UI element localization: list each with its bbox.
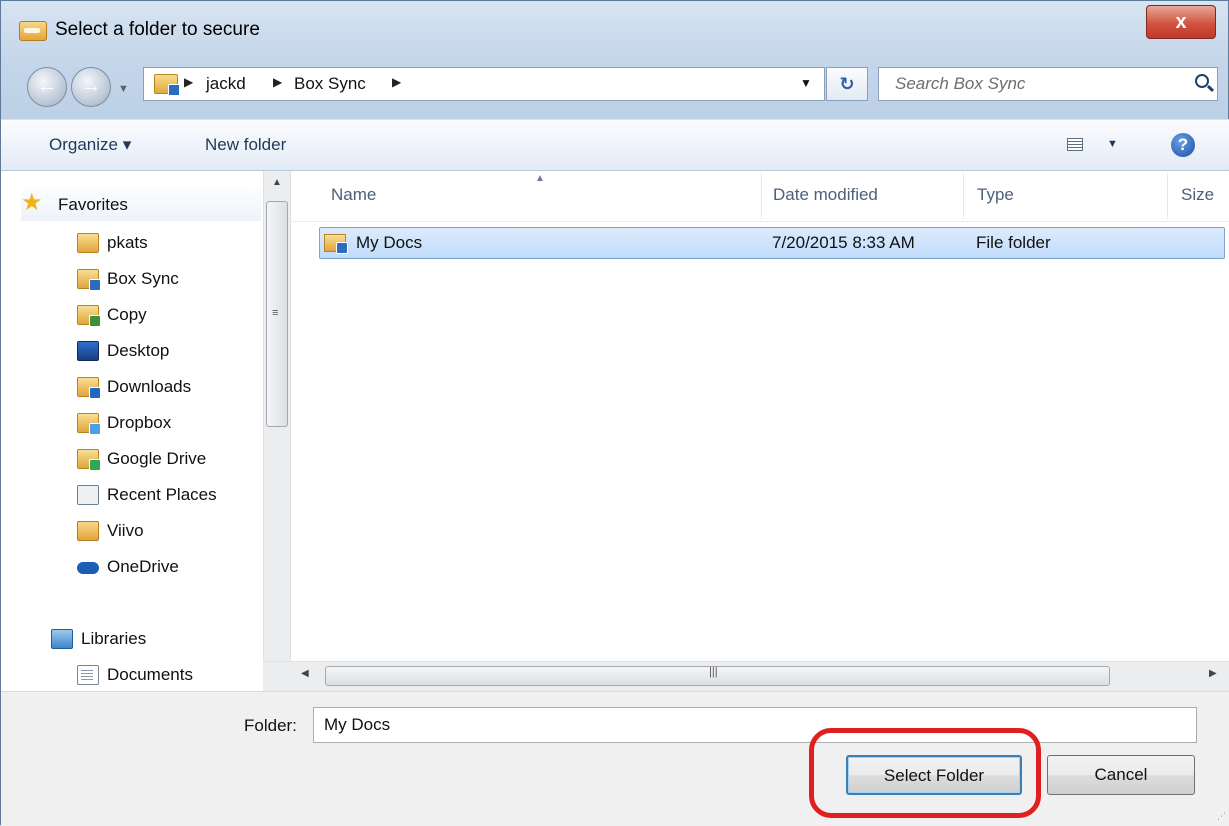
folder-label: Folder: [244,716,297,735]
documents-icon [77,665,99,685]
search-box[interactable]: Search Box Sync [878,67,1218,101]
column-divider[interactable] [761,173,762,219]
column-divider[interactable] [1167,173,1168,219]
title-bar[interactable]: Select a folder to secure x [1,1,1229,53]
file-type: File folder [976,233,1051,252]
scrollbar-grip-icon: ||| [709,666,718,678]
column-header-name[interactable]: Name [331,185,376,205]
breadcrumb-jackd[interactable]: jackd [206,74,246,94]
help-icon[interactable]: ? [1171,133,1195,157]
box-sync-folder-icon [154,74,180,96]
column-header-size[interactable]: Size [1181,185,1214,205]
close-button[interactable]: x [1146,5,1216,39]
file-name: My Docs [356,233,423,252]
main-content: ★ Favorites pkats Box Sync Copy Desktop [1,171,1229,691]
recent-places-icon [77,485,99,505]
sidebar-item-label: Documents [107,665,193,684]
onedrive-icon [77,557,99,577]
folder-name-input[interactable] [313,707,1197,743]
search-icon[interactable] [1195,74,1209,88]
sidebar-item-label: Copy [107,305,147,324]
breadcrumb-separator-icon[interactable]: ▶ [184,75,193,89]
sidebar-item-label: Viivo [107,521,144,540]
search-input[interactable]: Search Box Sync [895,74,1025,94]
window-title: Select a folder to secure [55,19,260,40]
breadcrumb-separator-icon[interactable]: ▶ [392,75,401,89]
star-icon: ★ [21,189,43,216]
dialog-footer: Folder: Select Folder Cancel ⋰ [1,691,1229,826]
libraries-label: Libraries [81,629,147,648]
sidebar-item-label: Google Drive [107,449,207,468]
sidebar-favorites[interactable]: ★ Favorites [21,189,262,221]
copy-folder-icon [77,305,101,327]
forward-arrow-icon: → [81,75,101,97]
table-row[interactable]: My Docs 7/20/2015 8:33 AM File folder [319,227,1225,259]
navigation-pane-scrollbar[interactable]: ▲ ≡ ▼ [263,171,291,691]
sidebar-item-label: Box Sync [107,269,179,288]
breadcrumb-separator-icon[interactable]: ▶ [273,75,282,89]
breadcrumb-box-sync[interactable]: Box Sync [294,74,366,94]
change-view-icon[interactable] [1067,138,1083,151]
resize-grip-icon[interactable]: ⋰ [1217,811,1226,822]
sidebar-item-label: Desktop [107,341,170,360]
box-sync-folder-icon [77,269,101,291]
sidebar-item-label: Dropbox [107,413,172,432]
folder-icon [324,234,348,254]
viivo-app-icon [19,21,47,41]
back-arrow-icon: ← [37,75,57,97]
dropbox-folder-icon [77,413,101,435]
column-headers: ▲ Name Date modified Type Size [291,171,1229,222]
column-header-type[interactable]: Type [977,185,1014,205]
file-date-modified: 7/20/2015 8:33 AM [772,233,915,252]
sidebar-item-label: Downloads [107,377,192,396]
scroll-right-icon[interactable]: ▶ [1209,668,1217,679]
recent-locations-dropdown-icon[interactable]: ▼ [118,83,129,95]
scroll-up-icon[interactable]: ▲ [264,177,290,188]
address-bar[interactable]: ▶ jackd ▶ Box Sync ▶ ▼ [143,67,825,101]
column-divider[interactable] [963,173,964,219]
navigation-row: ← → ▼ ▶ jackd ▶ Box Sync ▶ ▼ ↻ Search Bo… [1,53,1229,119]
cancel-button[interactable]: Cancel [1047,755,1195,795]
view-options-dropdown-icon[interactable]: ▼ [1107,138,1118,150]
forward-button[interactable]: → [71,67,111,107]
scrollbar-grip-icon: ≡ [272,307,279,319]
navigation-pane: ★ Favorites pkats Box Sync Copy Desktop [1,171,263,691]
favorites-label: Favorites [58,195,128,214]
organize-menu-button[interactable]: Organize ▾ [49,135,131,155]
back-button[interactable]: ← [27,67,67,107]
sort-ascending-icon: ▲ [535,173,545,184]
refresh-button[interactable]: ↻ [826,67,868,101]
downloads-folder-icon [77,377,101,399]
google-drive-folder-icon [77,449,101,471]
sidebar-item-label: pkats [107,233,148,252]
address-dropdown-icon[interactable]: ▼ [800,76,812,90]
refresh-icon: ↻ [839,74,855,94]
scroll-left-icon[interactable]: ◀ [301,668,309,679]
file-list: ▲ Name Date modified Type Size My Docs 7… [291,171,1229,691]
sidebar-item-label: OneDrive [107,557,179,576]
libraries-icon [51,629,73,649]
folder-dialog-window: Select a folder to secure x ← → ▼ ▶ jack… [0,0,1229,826]
new-folder-button[interactable]: New folder [205,135,286,155]
folder-icon [77,233,99,253]
select-folder-highlight-annotation [809,728,1041,818]
sidebar-item-label: Recent Places [107,485,217,504]
file-list-horizontal-scrollbar[interactable]: ◀ ||| ▶ [263,661,1229,691]
viivo-icon [77,521,99,541]
command-toolbar: Organize ▾ New folder ▼ ? [1,119,1229,171]
desktop-icon [77,341,99,361]
column-header-date-modified[interactable]: Date modified [773,185,878,205]
